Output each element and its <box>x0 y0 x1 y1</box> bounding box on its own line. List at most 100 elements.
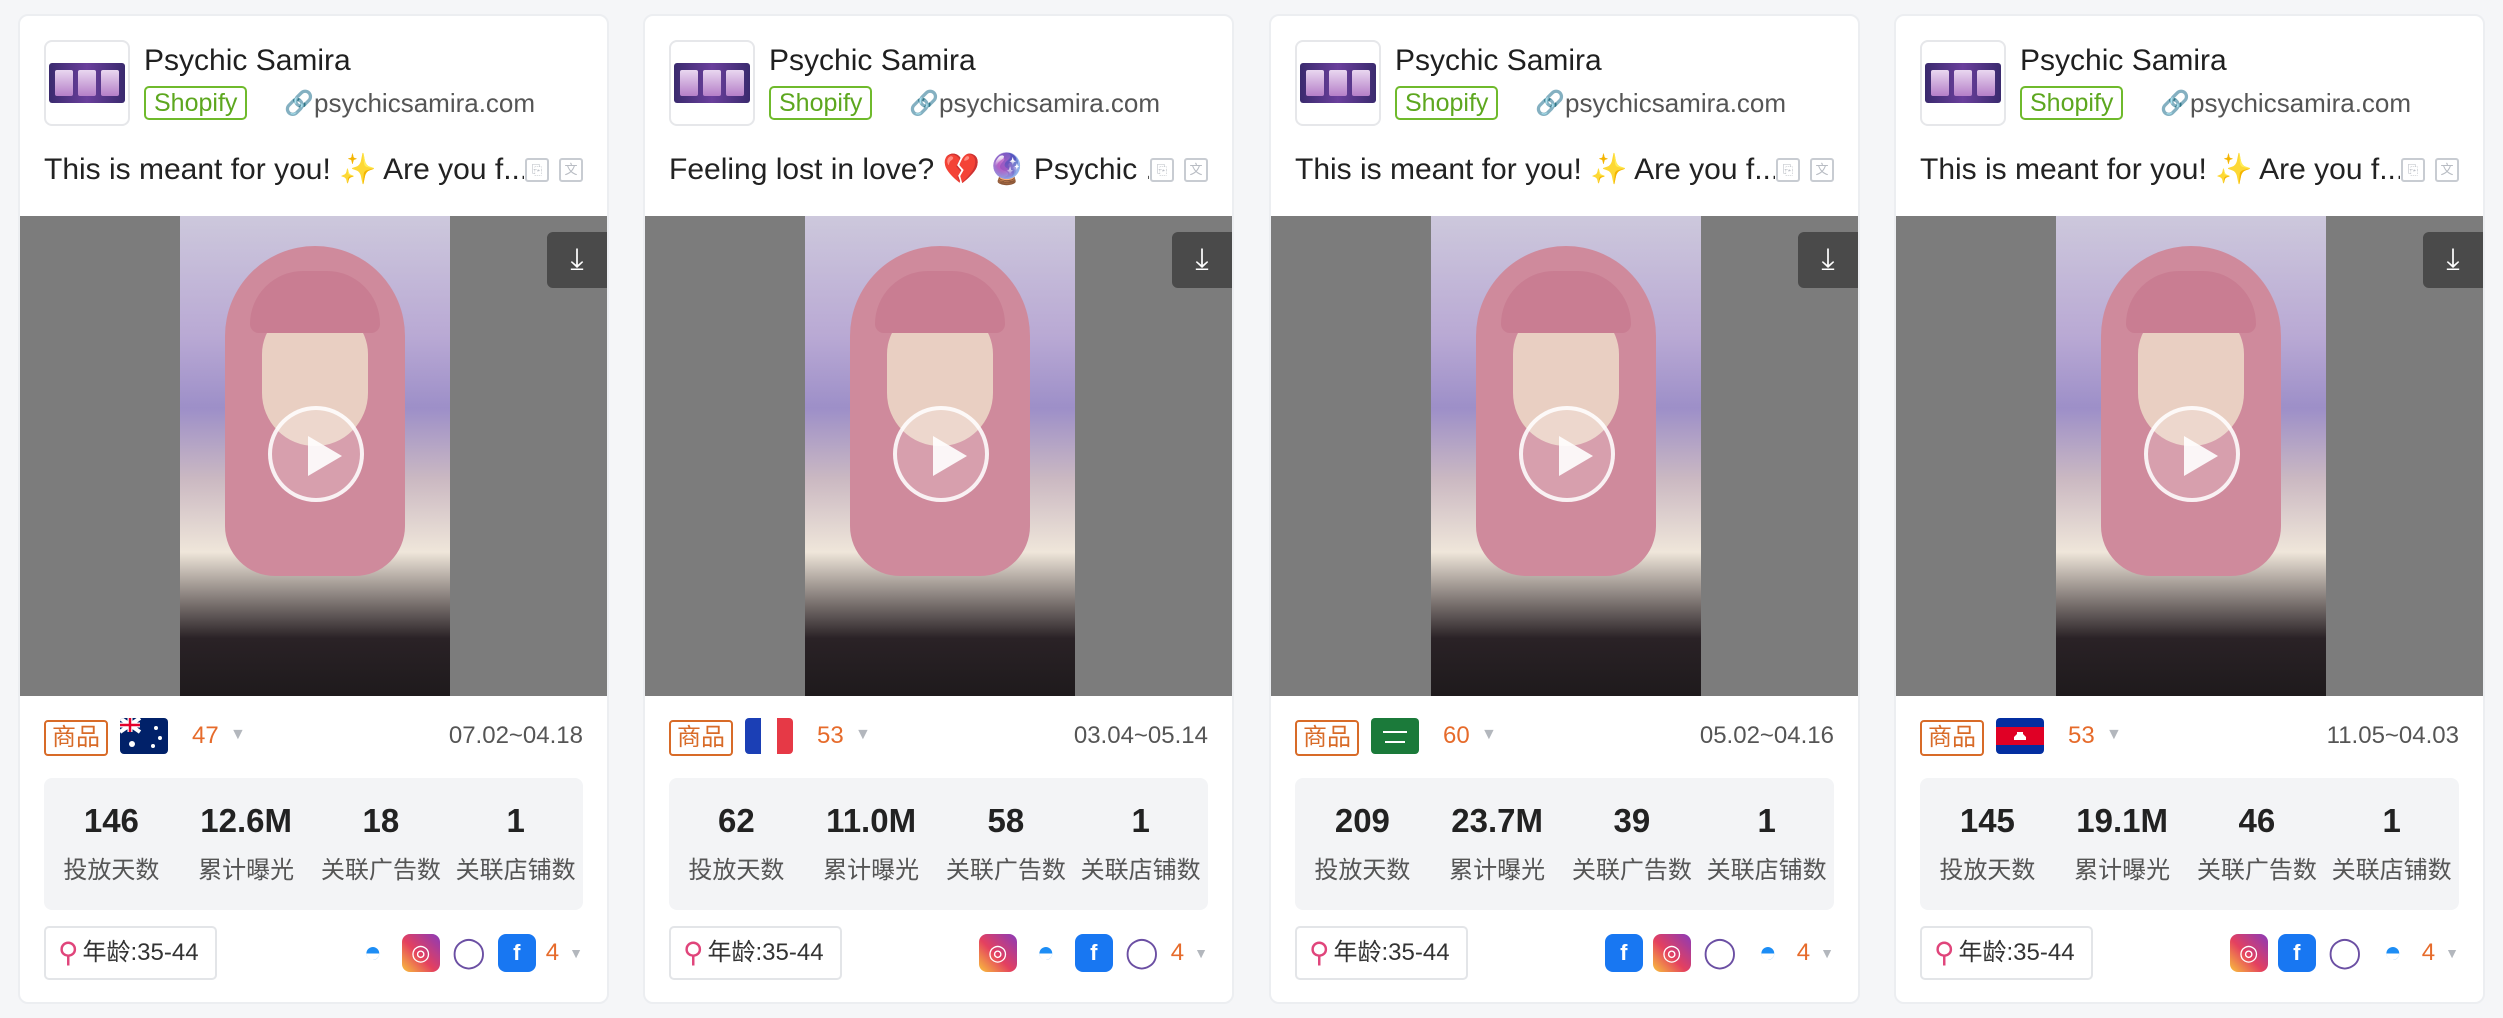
play-icon[interactable] <box>893 406 989 502</box>
audience-network-icon[interactable]: ◯ <box>1122 934 1161 972</box>
audience-network-icon[interactable]: ◯ <box>1700 934 1739 972</box>
audience-icon: ⚲ <box>58 937 79 968</box>
age-badge[interactable]: ⚲ 年龄:35-44 <box>1295 926 1468 980</box>
age-badge[interactable]: ⚲ 年龄:35-44 <box>44 926 217 980</box>
ad-video[interactable]: ⤓ <box>1896 216 2483 696</box>
advertiser-name[interactable]: Psychic Samira <box>2020 44 2227 78</box>
copy-icon[interactable]: ⎘ <box>525 158 549 182</box>
advertiser-logo[interactable] <box>44 40 130 126</box>
chevron-down-icon[interactable]: ▼ <box>2106 726 2122 744</box>
advertiser-name[interactable]: Psychic Samira <box>1395 44 1602 78</box>
stat-label: 投放天数 <box>1314 857 1411 884</box>
domain-link[interactable]: psychicsamira.com <box>1565 88 1786 119</box>
card-footer: ⚲ 年龄:35-44 ◓ ◎ ◯ f 4 ▼ <box>44 926 583 982</box>
stat-label: 关联广告数 <box>2196 857 2317 884</box>
copy-icon[interactable]: ⎘ <box>1150 158 1174 182</box>
ad-video[interactable]: ⤓ <box>1271 216 1858 696</box>
creative-count[interactable]: 60 <box>1443 722 1470 750</box>
creative-count[interactable]: 47 <box>192 722 219 750</box>
audience-network-icon[interactable]: ◯ <box>2325 934 2364 972</box>
instagram-icon[interactable]: ◎ <box>2229 934 2268 972</box>
download-icon[interactable]: ⤓ <box>2423 232 2483 288</box>
stat-label: 投放天数 <box>688 857 785 884</box>
more-placements[interactable]: 4 <box>546 939 559 967</box>
stat-label: 关联广告数 <box>945 857 1066 884</box>
stat-days: 145 投放天数 <box>1920 778 2055 910</box>
download-icon[interactable]: ⤓ <box>1172 232 1232 288</box>
domain-link[interactable]: psychicsamira.com <box>2190 88 2411 119</box>
creative-count[interactable]: 53 <box>2068 722 2095 750</box>
stat-label: 关联店铺数 <box>2331 857 2452 884</box>
date-range: 05.02~04.16 <box>1699 722 1834 749</box>
domain-link[interactable]: psychicsamira.com <box>314 88 535 119</box>
ad-video[interactable]: ⤓ <box>20 216 607 696</box>
domain-link[interactable]: psychicsamira.com <box>939 88 1160 119</box>
messenger-icon[interactable]: ◓ <box>353 934 392 972</box>
ad-meta: 商品 53 ▼ 11.05~04.03 <box>1920 718 2459 758</box>
messenger-icon[interactable]: ◓ <box>1748 934 1787 972</box>
country-flag-saudi-arabia-icon <box>1371 718 1419 754</box>
text-tools: ⎘ 文 <box>1776 158 1834 182</box>
messenger-icon[interactable]: ◓ <box>2373 934 2412 972</box>
facebook-icon[interactable]: f <box>2277 934 2316 972</box>
ad-card[interactable]: Psychic Samira Shopify 🔗 psychicsamira.c… <box>1269 14 1860 1004</box>
age-label: 年龄:35-44 <box>1333 939 1450 966</box>
chevron-down-icon[interactable]: ▼ <box>2445 945 2459 961</box>
translate-icon[interactable]: 文 <box>1810 158 1834 182</box>
instagram-icon[interactable]: ◎ <box>401 934 440 972</box>
chevron-down-icon[interactable]: ▼ <box>1820 945 1834 961</box>
stats-panel: 145 投放天数 19.1M 累计曝光 46 关联广告数 1 关联店铺数 <box>1920 778 2459 910</box>
translate-icon[interactable]: 文 <box>559 158 583 182</box>
facebook-icon[interactable]: f <box>497 934 536 972</box>
advertiser-logo[interactable] <box>669 40 755 126</box>
ad-card[interactable]: Psychic Samira Shopify 🔗 psychicsamira.c… <box>18 14 609 1004</box>
messenger-icon[interactable]: ◓ <box>1026 934 1065 972</box>
download-icon[interactable]: ⤓ <box>1798 232 1858 288</box>
ad-card[interactable]: Psychic Samira Shopify 🔗 psychicsamira.c… <box>643 14 1234 1004</box>
download-icon[interactable]: ⤓ <box>547 232 607 288</box>
advertiser-logo[interactable] <box>1295 40 1381 126</box>
more-placements[interactable]: 4 <box>2422 939 2435 967</box>
chevron-down-icon[interactable]: ▼ <box>1194 945 1208 961</box>
stat-value: 1 <box>506 802 525 839</box>
creative-count[interactable]: 53 <box>817 722 844 750</box>
product-tag: 商品 <box>669 720 733 756</box>
ad-video[interactable]: ⤓ <box>645 216 1232 696</box>
stat-related-stores: 1 关联店铺数 <box>448 778 583 910</box>
instagram-icon[interactable]: ◎ <box>978 934 1017 972</box>
translate-icon[interactable]: 文 <box>1184 158 1208 182</box>
stat-value: 146 <box>83 802 139 839</box>
translate-icon[interactable]: 文 <box>2435 158 2459 182</box>
chevron-down-icon[interactable]: ▼ <box>855 726 871 744</box>
instagram-icon[interactable]: ◎ <box>1652 934 1691 972</box>
play-icon[interactable] <box>2144 406 2240 502</box>
advertiser-logo[interactable] <box>1920 40 2006 126</box>
age-badge[interactable]: ⚲ 年龄:35-44 <box>669 926 842 980</box>
more-placements[interactable]: 4 <box>1171 939 1184 967</box>
ad-text: This is meant for you! ✨ Are you f... <box>1295 153 1775 186</box>
copy-icon[interactable]: ⎘ <box>1776 158 1800 182</box>
facebook-icon[interactable]: f <box>1604 934 1643 972</box>
ad-card[interactable]: Psychic Samira Shopify 🔗 psychicsamira.c… <box>1894 14 2485 1004</box>
stat-label: 关联店铺数 <box>1080 857 1201 884</box>
more-placements[interactable]: 4 <box>1797 939 1810 967</box>
chevron-down-icon[interactable]: ▼ <box>230 726 246 744</box>
platform-badge: Shopify <box>2020 86 2124 120</box>
facebook-icon[interactable]: f <box>1074 934 1113 972</box>
text-tools: ⎘ 文 <box>2401 158 2459 182</box>
chevron-down-icon[interactable]: ▼ <box>1481 726 1497 744</box>
stats-panel: 62 投放天数 11.0M 累计曝光 58 关联广告数 1 关联店铺数 <box>669 778 1208 910</box>
ad-meta: 商品 53 ▼ 03.04~05.14 <box>669 718 1208 758</box>
advertiser-name[interactable]: Psychic Samira <box>144 44 351 78</box>
stat-value: 209 <box>1334 802 1390 839</box>
chevron-down-icon[interactable]: ▼ <box>569 945 583 961</box>
audience-network-icon[interactable]: ◯ <box>449 934 488 972</box>
stat-label: 投放天数 <box>1939 857 2036 884</box>
copy-icon[interactable]: ⎘ <box>2401 158 2425 182</box>
date-range: 11.05~04.03 <box>2326 722 2459 749</box>
link-icon: 🔗 <box>1535 90 1565 117</box>
age-badge[interactable]: ⚲ 年龄:35-44 <box>1920 926 2093 980</box>
play-icon[interactable] <box>268 406 364 502</box>
advertiser-name[interactable]: Psychic Samira <box>769 44 976 78</box>
play-icon[interactable] <box>1519 406 1615 502</box>
